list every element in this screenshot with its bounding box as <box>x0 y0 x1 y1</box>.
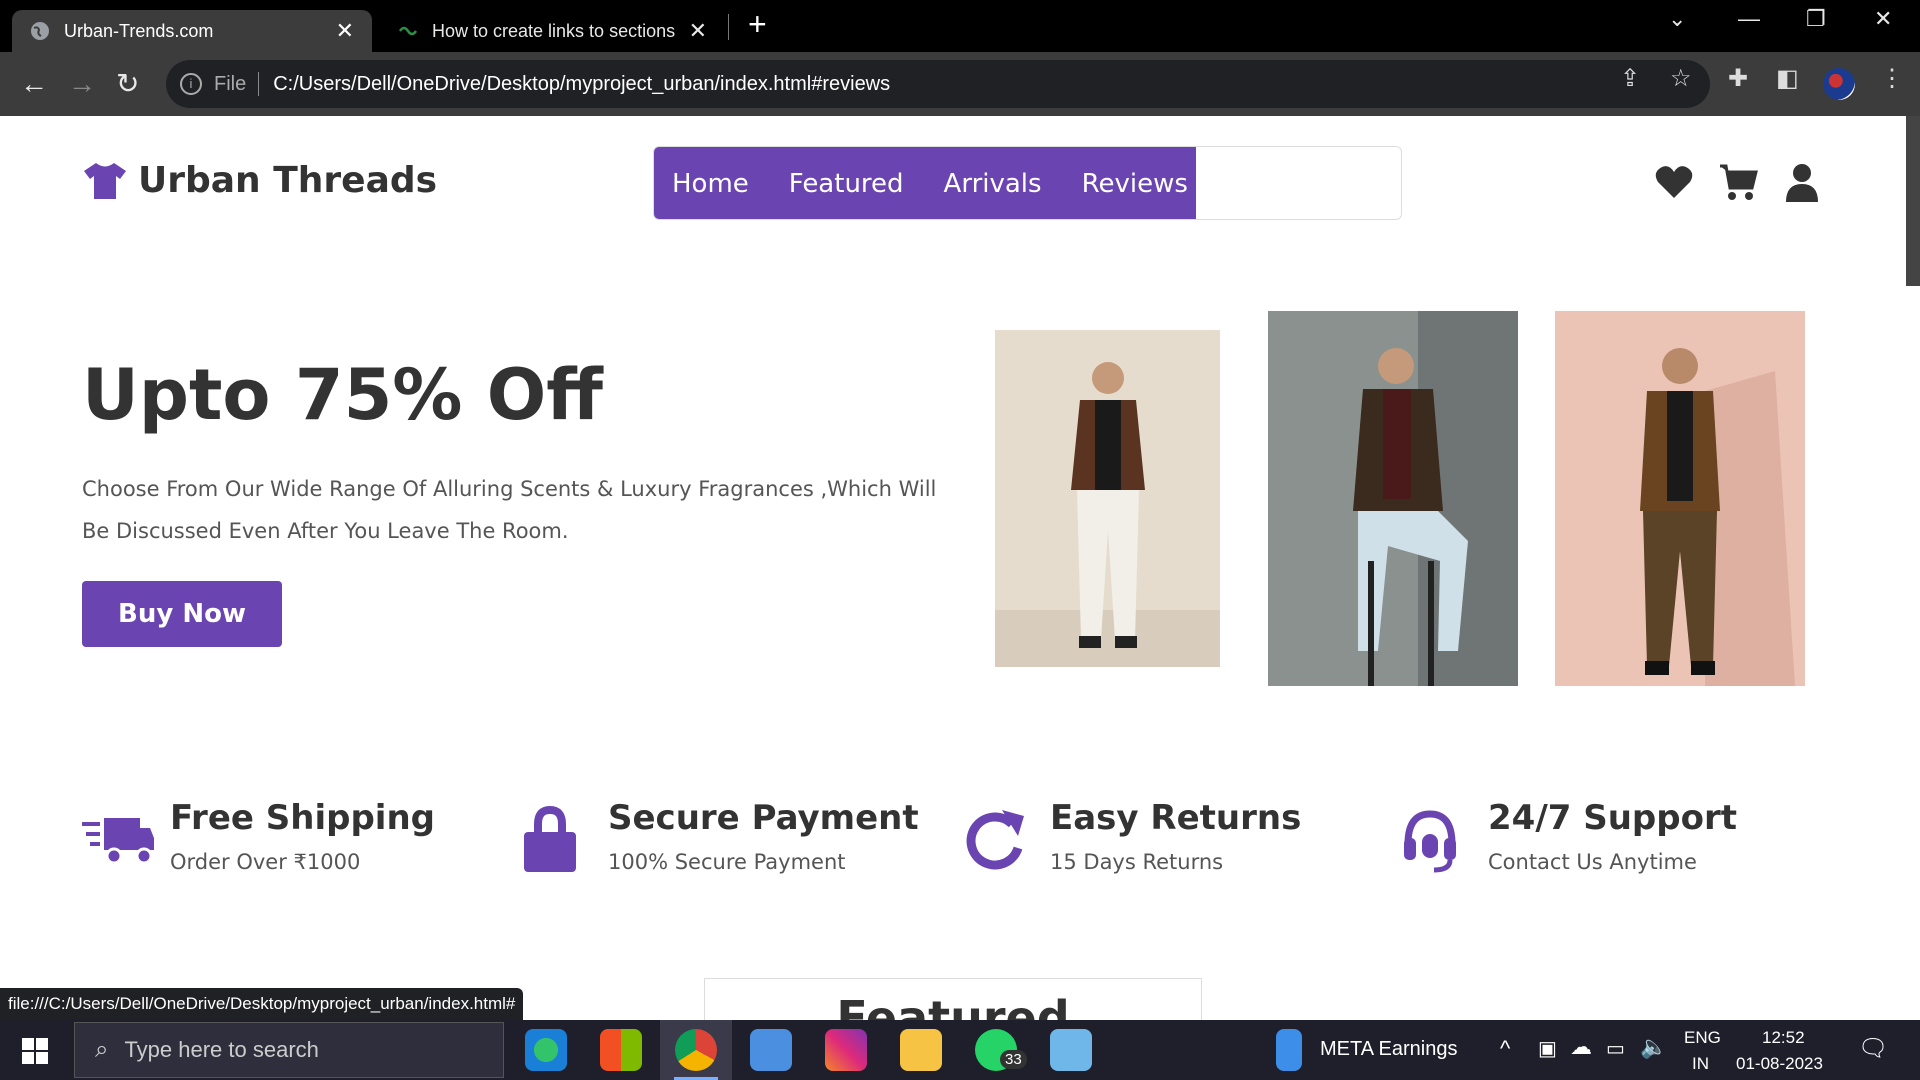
truck-icon <box>82 818 154 865</box>
tshirt-icon <box>84 162 126 199</box>
meet-icon[interactable]: ▣ <box>1538 1036 1557 1061</box>
divider <box>258 72 260 96</box>
clock-date[interactable]: 01-08-2023 <box>1736 1054 1823 1074</box>
nav-featured[interactable]: Featured <box>789 169 904 199</box>
nav-home[interactable]: Home <box>672 169 749 199</box>
windows-start-icon[interactable] <box>22 1038 48 1064</box>
page-scrollbar[interactable] <box>1906 116 1920 286</box>
language-bottom[interactable]: IN <box>1692 1054 1709 1074</box>
main-navigation: Home Featured Arrivals Reviews <box>653 146 1402 220</box>
minimize-button[interactable]: — <box>1738 6 1760 32</box>
widget-text[interactable]: META Earnings <box>1320 1038 1457 1061</box>
stock-widget-icon[interactable] <box>1276 1029 1302 1071</box>
microsoft-store-icon[interactable] <box>600 1029 642 1071</box>
web-page: Urban Threads Home Featured Arrivals Rev… <box>0 116 1920 1020</box>
hero-heading: Upto 75% Off <box>82 354 604 436</box>
feature-subtitle: 100% Secure Payment <box>608 850 846 874</box>
feature-title: Secure Payment <box>608 798 919 838</box>
tab-urban-trends[interactable]: Urban-Trends.com ✕ <box>12 10 372 52</box>
feature-support: 24/7 Support Contact Us Anytime <box>1400 798 1737 876</box>
browser-tab-strip: Urban-Trends.com ✕ How to create links t… <box>0 0 1920 52</box>
profile-avatar[interactable] <box>1823 68 1855 100</box>
close-tab-icon[interactable]: ✕ <box>689 18 707 44</box>
lock-icon <box>524 805 576 872</box>
instagram-icon[interactable] <box>825 1029 867 1071</box>
share-icon[interactable]: ⇪ <box>1620 64 1640 93</box>
onedrive-cloud-icon[interactable]: ☁ <box>1570 1034 1592 1060</box>
clock-time[interactable]: 12:52 <box>1762 1028 1805 1048</box>
language-top[interactable]: ENG <box>1684 1028 1721 1048</box>
extensions-puzzle-icon[interactable]: ✚ <box>1728 64 1748 93</box>
cart-icon[interactable] <box>1718 162 1758 202</box>
feature-easy-returns: Easy Returns 15 Days Returns <box>962 798 1301 876</box>
redo-icon <box>966 810 1024 870</box>
nav-links: Home Featured Arrivals Reviews <box>654 147 1196 219</box>
new-tab-button[interactable]: + <box>748 6 767 43</box>
chrome-icon[interactable] <box>675 1029 717 1071</box>
battery-icon[interactable]: ▭ <box>1606 1036 1625 1061</box>
tab-how-to-create-links[interactable]: How to create links to sections w ✕ <box>380 10 725 52</box>
bookmark-star-icon[interactable]: ☆ <box>1670 64 1692 93</box>
side-panel-icon[interactable]: ◧ <box>1776 64 1799 93</box>
tab-search-chevron-icon[interactable]: ⌄ <box>1668 6 1686 32</box>
model-photo-3 <box>1555 311 1805 686</box>
browser-toolbar: ← → ↻ i File C:/Users/Dell/OneDrive/Desk… <box>0 52 1920 116</box>
windows-taskbar: ⌕ Type here to search 33 META Earnings ^… <box>0 1020 1920 1080</box>
globe-icon <box>31 22 49 40</box>
model-photo-1 <box>995 330 1220 667</box>
address-bar[interactable]: i File C:/Users/Dell/OneDrive/Desktop/my… <box>166 60 1710 108</box>
search-placeholder: Type here to search <box>124 1037 319 1062</box>
user-icon[interactable] <box>1782 162 1822 202</box>
whatsapp-badge: 33 <box>1000 1050 1027 1069</box>
volume-icon[interactable]: 🔈 <box>1640 1034 1667 1060</box>
feature-title: Easy Returns <box>1050 798 1302 838</box>
geeksforgeeks-icon <box>398 26 418 36</box>
tray-chevron-icon[interactable]: ^ <box>1500 1036 1510 1062</box>
feature-title: 24/7 Support <box>1488 798 1737 838</box>
url-text[interactable]: C:/Users/Dell/OneDrive/Desktop/myproject… <box>273 73 890 96</box>
feature-secure-payment: Secure Payment 100% Secure Payment <box>520 798 919 876</box>
feature-subtitle: Contact Us Anytime <box>1488 850 1697 874</box>
site-logo[interactable]: Urban Threads <box>82 160 437 201</box>
buy-now-button[interactable]: Buy Now <box>82 581 282 647</box>
restore-button[interactable]: ❐ <box>1806 6 1826 32</box>
forward-arrow-icon[interactable]: → <box>68 68 96 100</box>
feature-title: Free Shipping <box>170 798 435 838</box>
search-icon: ⌕ <box>95 1036 109 1063</box>
menu-kebab-icon[interactable]: ⋮ <box>1880 64 1904 93</box>
notifications-icon[interactable]: 🗨 <box>1858 1034 1888 1063</box>
heart-icon[interactable] <box>1654 162 1694 202</box>
tab-title: How to create links to sections w <box>432 20 679 41</box>
close-tab-icon[interactable]: ✕ <box>336 18 354 44</box>
featured-section-heading: Featured Perfumes <box>704 978 1202 1020</box>
notepad-icon[interactable] <box>1050 1029 1092 1071</box>
brand-name: Urban Threads <box>138 160 438 201</box>
feature-subtitle: Order Over ₹1000 <box>170 850 361 874</box>
file-explorer-icon[interactable] <box>900 1029 942 1071</box>
back-arrow-icon[interactable]: ← <box>20 68 48 100</box>
taskbar-search-box[interactable]: ⌕ Type here to search <box>74 1022 504 1078</box>
laptop-app-icon[interactable] <box>750 1029 792 1071</box>
nav-reviews[interactable]: Reviews <box>1082 169 1188 199</box>
tab-title: Urban-Trends.com <box>64 20 214 41</box>
feature-free-shipping: Free Shipping Order Over ₹1000 <box>82 798 435 876</box>
reload-icon[interactable]: ↻ <box>116 68 139 100</box>
model-photo-2 <box>1268 311 1518 686</box>
link-status-bubble: file:///C:/Users/Dell/OneDrive/Desktop/m… <box>0 988 524 1020</box>
headset-icon <box>1404 810 1456 873</box>
nav-arrivals[interactable]: Arrivals <box>944 169 1042 199</box>
scheme-label: File <box>214 72 247 95</box>
edge-icon[interactable] <box>525 1029 567 1071</box>
feature-subtitle: 15 Days Returns <box>1050 850 1224 874</box>
tab-separator <box>728 14 729 40</box>
hero-description: Choose From Our Wide Range Of Alluring S… <box>82 477 937 543</box>
close-window-button[interactable]: ✕ <box>1874 6 1892 32</box>
site-info-icon[interactable]: i <box>180 73 202 95</box>
